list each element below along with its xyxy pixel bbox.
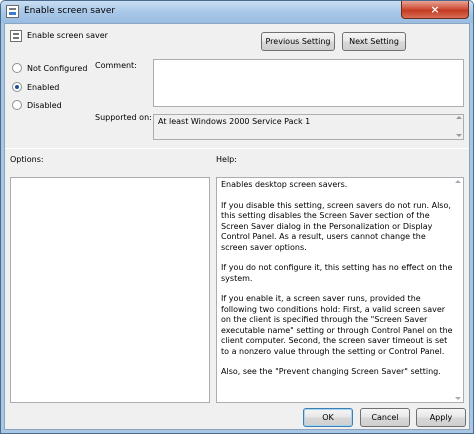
next-setting-button[interactable]: Next Setting — [342, 32, 406, 51]
radio-label: Disabled — [27, 100, 62, 110]
help-panel[interactable]: Enables desktop screen savers. If you di… — [216, 177, 464, 403]
comment-label: Comment: — [95, 61, 137, 70]
scroll-up-icon[interactable] — [456, 116, 462, 119]
radio-enabled[interactable]: Enabled — [12, 82, 59, 92]
supported-on-field: At least Windows 2000 Service Pack 1 — [153, 114, 464, 140]
apply-button[interactable]: Apply — [416, 408, 466, 427]
radio-disabled[interactable]: Disabled — [12, 100, 62, 110]
radio-button-icon[interactable] — [12, 100, 22, 110]
title-bar[interactable]: Enable screen saver × — [1, 1, 473, 23]
radio-button-checked-icon[interactable] — [12, 82, 22, 92]
radio-not-configured[interactable]: Not Configured — [12, 63, 87, 73]
options-panel — [10, 177, 210, 403]
supported-on-value: At least Windows 2000 Service Pack 1 — [158, 117, 311, 126]
window-title: Enable screen saver — [24, 6, 116, 16]
help-label: Help: — [216, 155, 237, 164]
close-button[interactable]: × — [401, 1, 469, 19]
cancel-button[interactable]: Cancel — [360, 408, 410, 427]
section-divider — [5, 148, 469, 149]
ok-button[interactable]: OK — [303, 408, 353, 427]
setting-name: Enable screen saver — [27, 31, 108, 40]
radio-button-icon[interactable] — [12, 63, 22, 73]
comment-input[interactable] — [153, 59, 464, 107]
dialog-body: Enable screen saver Previous Setting Nex… — [4, 23, 470, 430]
previous-setting-button[interactable]: Previous Setting — [261, 32, 335, 51]
help-paragraph: If you enable it, a screen saver runs, p… — [221, 294, 453, 356]
scroll-down-icon[interactable] — [456, 134, 462, 137]
supported-on-label: Supported on: — [95, 113, 152, 122]
radio-label: Enabled — [27, 82, 60, 92]
help-paragraph: Also, see the "Prevent changing Screen S… — [221, 367, 441, 376]
radio-label: Not Configured — [27, 63, 88, 73]
dialog-window: Enable screen saver × Enable screen save… — [0, 0, 474, 434]
options-label: Options: — [10, 155, 44, 164]
scroll-up-icon[interactable] — [455, 180, 461, 183]
scroll-down-icon[interactable] — [455, 397, 461, 400]
setting-icon — [10, 30, 22, 42]
help-paragraph: Enables desktop screen savers. — [221, 180, 348, 189]
help-paragraph: If you do not configure it, this setting… — [221, 263, 453, 283]
help-paragraph: If you disable this setting, screen save… — [221, 200, 451, 252]
policy-setting-icon — [6, 5, 19, 18]
